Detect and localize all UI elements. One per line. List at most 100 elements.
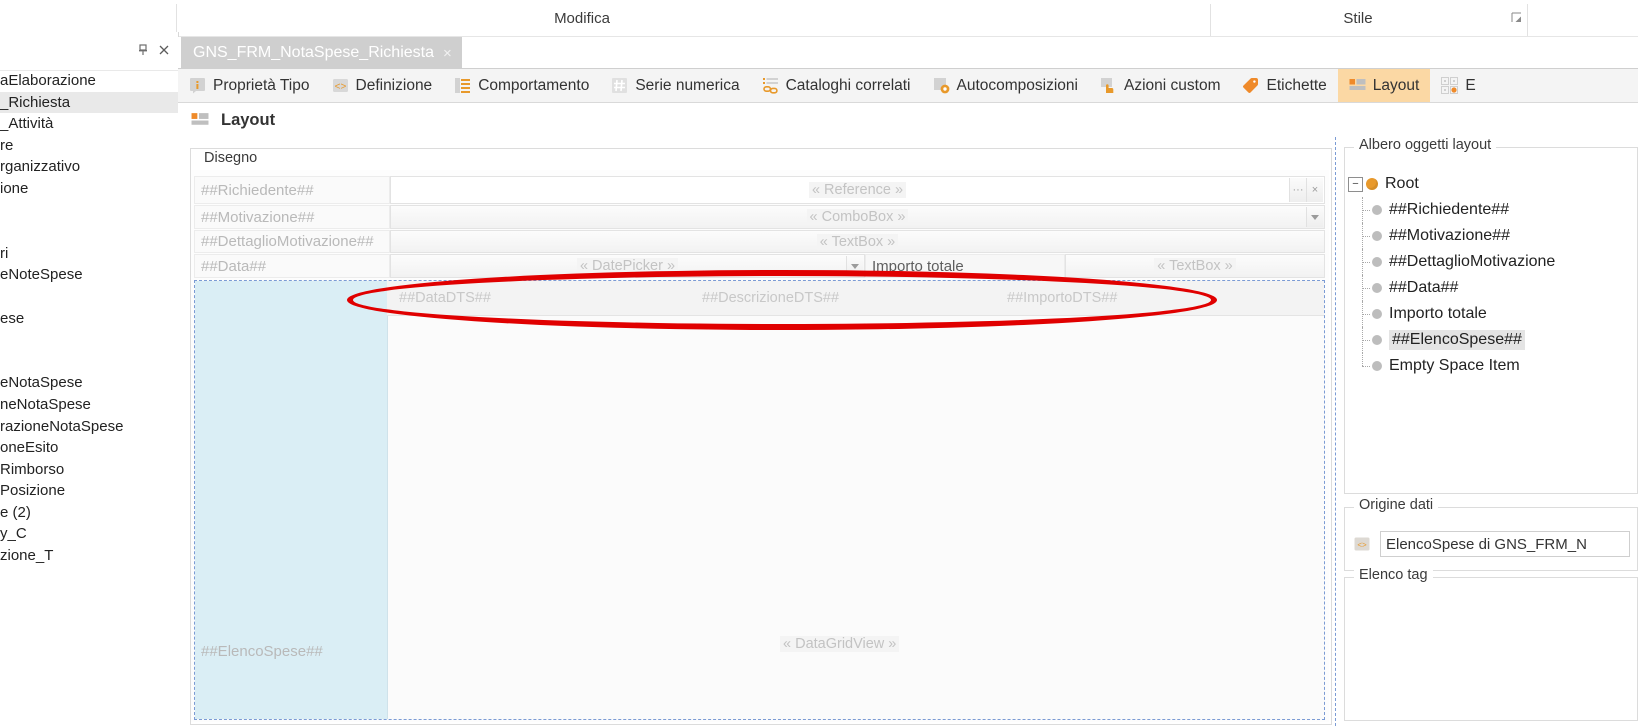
tree-node-richiedente[interactable]: ##Richiedente##: [1348, 197, 1636, 223]
ribbon-group-strip: Modifica Stile: [0, 0, 1638, 37]
ribbon-separator: [1527, 4, 1528, 37]
grid-column-header-importo[interactable]: ##ImportoDTS##: [1007, 281, 1117, 315]
list-item[interactable]: re: [0, 135, 178, 157]
datepicker-dropdown[interactable]: [846, 256, 863, 276]
tree-node-label: ##Richiedente##: [1389, 201, 1510, 218]
form-row-richiedente[interactable]: ##Richiedente## « Reference » ··· ×: [194, 176, 1325, 204]
list-item[interactable]: zione_T: [0, 545, 178, 567]
dialog-launcher-icon[interactable]: [1511, 12, 1524, 25]
node-bullet-icon: [1372, 309, 1382, 319]
list-item[interactable]: ri: [0, 243, 178, 265]
tab-label: Etichette: [1266, 76, 1327, 94]
node-bullet-icon: [1372, 231, 1382, 241]
left-dock-panel: aElaborazione _Richiesta _Attività re rg…: [0, 32, 179, 726]
page-header: Layout: [178, 103, 1638, 137]
root-bullet-icon: [1366, 178, 1378, 190]
chevron-down-icon[interactable]: [1306, 207, 1323, 227]
control-placeholder-datagridview: « DataGridView »: [780, 636, 900, 652]
tab-layout[interactable]: Layout: [1337, 69, 1431, 102]
control-placeholder: « TextBox »: [1154, 258, 1236, 274]
collapse-icon[interactable]: −: [1348, 176, 1363, 192]
list-item[interactable]: aElaborazione: [0, 70, 178, 92]
list-item[interactable]: razioneNotaSpese: [0, 416, 178, 438]
tree-node-data[interactable]: ##Data##: [1348, 275, 1636, 301]
ellipsis-button[interactable]: ···: [1289, 178, 1306, 202]
list-item[interactable]: rganizzativo: [0, 156, 178, 178]
tab-proprieta-tipo[interactable]: Proprietà Tipo: [178, 69, 321, 102]
tree-elbow-icon: [1356, 197, 1370, 223]
tab-partial-cut-off[interactable]: E: [1430, 69, 1486, 102]
form-row-motivazione[interactable]: ##Motivazione## « ComboBox »: [194, 205, 1325, 229]
node-bullet-icon: [1372, 257, 1382, 267]
layout-object-tree[interactable]: − Root ##Richiedente## ##Motivazione## #…: [1348, 171, 1636, 379]
tab-label: Serie numerica: [635, 76, 740, 94]
tree-node-label: Empty Space Item: [1389, 357, 1520, 374]
left-panel-tree[interactable]: aElaborazione _Richiesta _Attività re rg…: [0, 70, 178, 726]
datagridview-region[interactable]: ##ElencoSpese## ##DataDTS## ##Descrizion…: [194, 280, 1325, 720]
list-item[interactable]: ese: [0, 308, 178, 330]
form-row-data[interactable]: ##Data## « DatePicker » Importo totale «…: [194, 254, 1325, 278]
list-item-selected[interactable]: _Richiesta: [0, 91, 178, 114]
grid-header-row[interactable]: ##DataDTS## ##DescrizioneDTS## ##Importo…: [387, 281, 1324, 316]
tab-etichette[interactable]: Etichette: [1231, 69, 1337, 102]
tags-caption: Elenco tag: [1354, 567, 1433, 583]
tab-serie-numerica[interactable]: Serie numerica: [600, 69, 750, 102]
tree-elbow-icon: [1356, 301, 1370, 327]
field-control-reference[interactable]: « Reference » ··· ×: [390, 176, 1325, 204]
field-control-datepicker[interactable]: « DatePicker »: [390, 254, 865, 278]
field-control-textbox[interactable]: « TextBox »: [390, 230, 1325, 253]
svg-text:<>: <>: [334, 81, 346, 92]
list-item[interactable]: Rimborso: [0, 459, 178, 481]
list-item: [0, 286, 178, 308]
list-item[interactable]: _Attività: [0, 113, 178, 135]
list-item[interactable]: ione: [0, 178, 178, 200]
tree-node-dettaglio-motivazione[interactable]: ##DettaglioMotivazione: [1348, 249, 1636, 275]
list-item[interactable]: eNoteSpese: [0, 264, 178, 286]
field-label-dettaglio-motivazione: ##DettaglioMotivazione##: [194, 230, 390, 253]
list-item: [0, 221, 178, 243]
list-item[interactable]: eNotaSpese: [0, 372, 178, 394]
tab-label: Proprietà Tipo: [213, 76, 310, 94]
tree-node-empty-space-item[interactable]: Empty Space Item: [1348, 353, 1636, 379]
field-control-importo-totale[interactable]: « TextBox »: [1065, 254, 1325, 278]
grid-column-header-descrizione[interactable]: ##DescrizioneDTS##: [702, 281, 839, 315]
grid-dots-icon: [1441, 77, 1459, 94]
tab-autocomposizioni[interactable]: Autocomposizioni: [922, 69, 1089, 102]
combobox-dropdown[interactable]: [1306, 207, 1323, 227]
design-canvas[interactable]: ##Richiedente## « Reference » ··· × ##Mo…: [191, 170, 1329, 722]
tree-node-importo-totale[interactable]: Importo totale: [1348, 301, 1636, 327]
ribbon-group-label-stile: Stile: [1343, 10, 1373, 27]
grid-column-header-data[interactable]: ##DataDTS##: [399, 281, 491, 315]
tree-node-label: ##DettaglioMotivazione: [1389, 253, 1556, 270]
list-item[interactable]: Posizione: [0, 480, 178, 502]
list-item[interactable]: y_C: [0, 523, 178, 545]
close-icon[interactable]: [158, 44, 170, 56]
pin-icon[interactable]: [137, 44, 149, 56]
tab-definizione[interactable]: <> Definizione: [321, 69, 444, 102]
tab-azioni-custom[interactable]: Azioni custom: [1089, 69, 1231, 102]
datasource-field[interactable]: <> ElencoSpese di GNS_FRM_N: [1354, 531, 1630, 557]
list-item: [0, 200, 178, 222]
tree-elbow-icon: [1356, 249, 1370, 275]
datasource-input[interactable]: ElencoSpese di GNS_FRM_N: [1380, 531, 1630, 557]
document-tab[interactable]: GNS_FRM_NotaSpese_Richiesta ×: [181, 37, 462, 69]
close-icon[interactable]: ×: [443, 45, 452, 62]
form-row-dettaglio-motivazione[interactable]: ##DettaglioMotivazione## « TextBox »: [194, 230, 1325, 253]
tree-node-label-selected: ##ElencoSpese##: [1389, 330, 1525, 350]
node-bullet-icon: [1372, 361, 1382, 371]
link-list-icon: [762, 77, 779, 94]
list-item[interactable]: e (2): [0, 502, 178, 524]
tree-node-root[interactable]: − Root: [1348, 171, 1636, 197]
tree-node-elenco-spese[interactable]: ##ElencoSpese##: [1348, 327, 1636, 353]
tab-cataloghi-correlati[interactable]: Cataloghi correlati: [751, 69, 922, 102]
list-item[interactable]: oneEsito: [0, 437, 178, 459]
chevron-down-icon[interactable]: [846, 256, 863, 276]
clear-button[interactable]: ×: [1306, 178, 1323, 202]
reference-buttons[interactable]: ··· ×: [1289, 178, 1323, 202]
tab-label: Layout: [1372, 76, 1420, 94]
tree-node-motivazione[interactable]: ##Motivazione##: [1348, 223, 1636, 249]
ribbon-group-modifica: Modifica: [400, 0, 764, 37]
list-item[interactable]: neNotaSpese: [0, 394, 178, 416]
field-control-combobox[interactable]: « ComboBox »: [390, 205, 1325, 229]
tab-comportamento[interactable]: Comportamento: [443, 69, 600, 102]
